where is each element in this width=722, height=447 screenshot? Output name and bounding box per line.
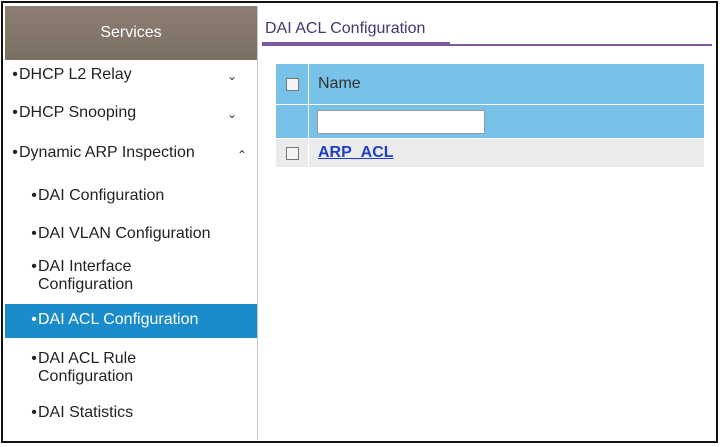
sidebar-item-dai-statistics[interactable]: • DAI Statistics bbox=[5, 400, 257, 434]
sidebar-header: Services bbox=[5, 6, 257, 60]
row-checkbox[interactable] bbox=[285, 146, 299, 160]
table-filter-row bbox=[276, 104, 704, 138]
sidebar-item-label: DAI VLAN Configuration bbox=[38, 225, 211, 242]
sidebar-item-dynamic-arp-inspection[interactable]: • Dynamic ARP Inspection ⌃ bbox=[5, 144, 257, 176]
sidebar-item-label: DHCP L2 Relay bbox=[19, 66, 132, 83]
page-title: DAI ACL Configuration bbox=[265, 20, 426, 37]
sidebar-item-dai-interface-configuration[interactable]: • DAI Interface Configuration bbox=[5, 256, 257, 302]
select-all-checkbox[interactable] bbox=[285, 77, 299, 91]
sidebar-item-label: DAI Configuration bbox=[38, 187, 165, 204]
sidebar-item-label: DAI ACL Rule Configuration bbox=[38, 350, 137, 385]
sidebar-item-dai-vlan-configuration[interactable]: • DAI VLAN Configuration bbox=[5, 218, 257, 252]
sidebar-item-dai-configuration[interactable]: • DAI Configuration bbox=[5, 180, 257, 214]
sidebar: Services • DHCP L2 Relay ⌄ • DHCP Snoopi… bbox=[5, 6, 258, 440]
sidebar-item-dai-acl-configuration[interactable]: • DAI ACL Configuration bbox=[5, 304, 257, 338]
sidebar-item-label: DAI Interface Configuration bbox=[38, 258, 134, 293]
sidebar-item-dai-acl-rule-configuration[interactable]: • DAI ACL Rule Configuration bbox=[5, 348, 257, 394]
name-filter-input[interactable] bbox=[317, 109, 485, 134]
column-header-name[interactable]: Name bbox=[309, 75, 361, 93]
row-select-cell bbox=[276, 139, 309, 167]
table-row: ARP_ACL bbox=[276, 138, 704, 167]
table-header-row: Name bbox=[276, 64, 704, 104]
filter-empty-cell bbox=[276, 105, 309, 138]
sidebar-item-dhcp-l2-relay[interactable]: • DHCP L2 Relay ⌄ bbox=[5, 66, 257, 98]
sidebar-item-label: DAI Statistics bbox=[38, 404, 134, 421]
chevron-up-icon[interactable]: ⌃ bbox=[237, 146, 247, 164]
chevron-down-icon[interactable]: ⌄ bbox=[227, 67, 237, 85]
sidebar-item-dhcp-snooping[interactable]: • DHCP Snooping ⌄ bbox=[5, 104, 257, 136]
sidebar-item-label: DAI ACL Configuration bbox=[38, 311, 199, 328]
title-tab-indicator bbox=[262, 42, 450, 46]
acl-name-link[interactable]: ARP_ACL bbox=[309, 144, 394, 162]
chevron-down-icon[interactable]: ⌄ bbox=[227, 105, 237, 123]
sidebar-item-label: DHCP Snooping bbox=[19, 104, 137, 121]
acl-table: Name ARP_ACL bbox=[276, 64, 704, 167]
select-all-cell bbox=[276, 64, 309, 104]
sidebar-item-label: Dynamic ARP Inspection bbox=[19, 144, 195, 161]
